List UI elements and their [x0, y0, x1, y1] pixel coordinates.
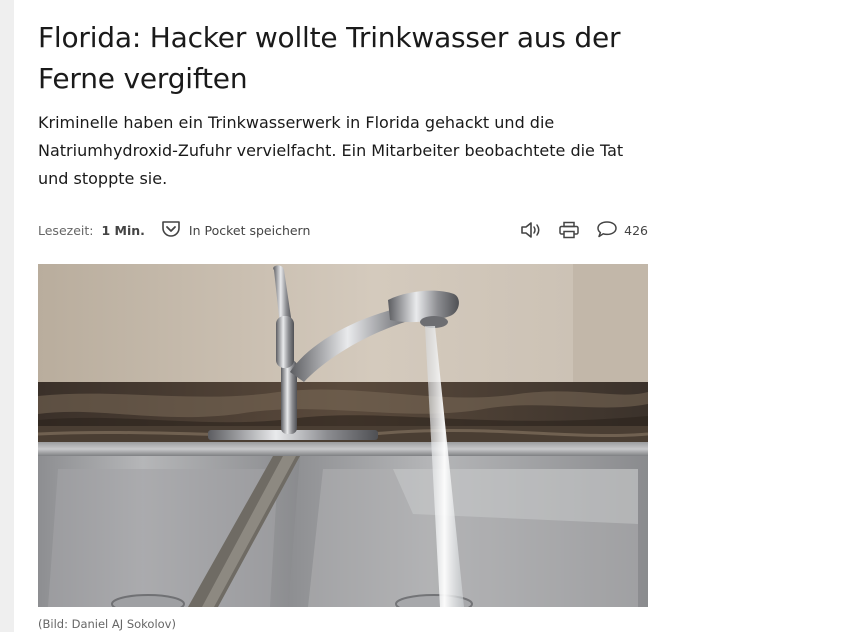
left-rail [0, 0, 14, 632]
image-caption: (Bild: Daniel AJ Sokolov) [38, 617, 176, 631]
article-lead: Kriminelle haben ein Trinkwasserwerk in … [38, 113, 624, 188]
pocket-save-button[interactable]: In Pocket speichern [161, 220, 311, 241]
pocket-icon [161, 220, 189, 241]
article-meta-bar: Lesezeit: 1 Min. In Pocket speichern 426 [38, 218, 648, 242]
article-headline: Florida: Hacker wollte Trinkwasser aus d… [38, 21, 621, 95]
article-image [38, 264, 648, 607]
article: Florida: Hacker wollte Trinkwasser aus d… [38, 0, 648, 631]
reading-time-value: 1 Min. [101, 222, 145, 238]
comments-link[interactable]: 426 [596, 220, 648, 241]
comment-count: 426 [624, 222, 648, 238]
audio-speaker-icon[interactable] [520, 221, 542, 239]
pocket-save-label: In Pocket speichern [188, 222, 311, 238]
print-icon[interactable] [558, 221, 580, 239]
article-actions: 426 [520, 220, 648, 241]
sink-faucet-photo [38, 264, 648, 607]
comment-bubble-icon [596, 220, 618, 241]
reading-time-label: Lesezeit: [38, 222, 94, 238]
